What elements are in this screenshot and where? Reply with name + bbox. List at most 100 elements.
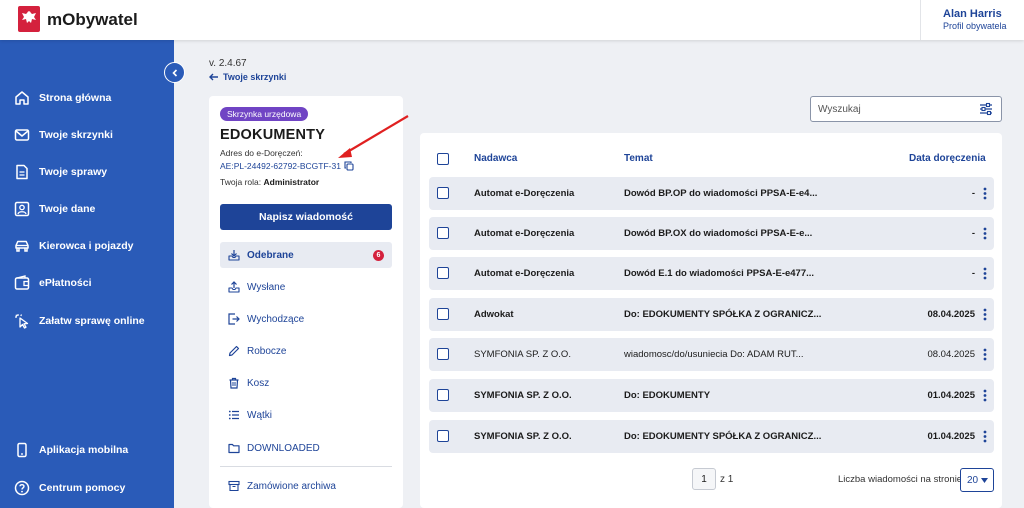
row-subject: Dowód BP.OP do wiadomości PPSA-E-e4... bbox=[624, 188, 818, 199]
folder-threads[interactable]: Wątki bbox=[220, 402, 392, 428]
row-sender: SYMFONIA SP. Z O.O. bbox=[474, 390, 572, 401]
row-checkbox[interactable] bbox=[437, 308, 449, 320]
row-checkbox[interactable] bbox=[437, 267, 449, 279]
role-value: Administrator bbox=[263, 177, 320, 187]
row-checkbox[interactable] bbox=[437, 227, 449, 239]
sidebar-item-online-services[interactable]: Załatw sprawę online bbox=[14, 311, 145, 331]
more-options-icon[interactable] bbox=[983, 348, 987, 361]
compose-message-button[interactable]: Napisz wiadomość bbox=[220, 204, 392, 230]
row-date: - bbox=[971, 268, 975, 279]
more-options-icon[interactable] bbox=[983, 389, 987, 402]
folder-drafts[interactable]: Robocze bbox=[220, 338, 392, 364]
sidebar-item-epayments[interactable]: ePłatności bbox=[14, 273, 92, 293]
address-label: Adres do e-Doręczeń: bbox=[220, 148, 303, 158]
help-icon bbox=[14, 480, 30, 496]
sidebar-item-personal-data[interactable]: Twoje dane bbox=[14, 199, 95, 219]
sidebar-item-driver-vehicles[interactable]: Kierowca i pojazdy bbox=[14, 236, 134, 256]
column-header-sender[interactable]: Nadawca bbox=[474, 153, 517, 164]
trash-icon bbox=[228, 377, 240, 389]
folder-sent[interactable]: Wysłane bbox=[220, 274, 392, 300]
sidebar-item-label: ePłatności bbox=[39, 277, 92, 289]
folder-trash[interactable]: Kosz bbox=[220, 370, 392, 396]
row-checkbox[interactable] bbox=[437, 348, 449, 360]
more-options-icon[interactable] bbox=[983, 267, 987, 280]
app-name[interactable]: mObywatel bbox=[47, 10, 138, 30]
row-sender: SYMFONIA SP. Z O.O. bbox=[474, 349, 571, 360]
sidebar-item-home[interactable]: Strona główna bbox=[14, 88, 111, 108]
current-page-input[interactable]: 1 bbox=[692, 468, 716, 490]
more-options-icon[interactable] bbox=[983, 308, 987, 321]
eagle-emblem-icon[interactable] bbox=[18, 6, 40, 32]
row-checkbox[interactable] bbox=[437, 389, 449, 401]
search-input[interactable] bbox=[811, 97, 961, 121]
folder-label: Wątki bbox=[247, 409, 272, 421]
row-sender: Automat e-Doręczenia bbox=[474, 268, 575, 279]
table-row[interactable]: Automat e-Doręczenia Dowód BP.OX do wiad… bbox=[429, 217, 994, 250]
user-profile-menu[interactable]: Alan Harris Profil obywatela bbox=[920, 0, 1024, 40]
search-box bbox=[810, 96, 1002, 122]
row-subject: wiadomosc/do/usuniecia Do: ADAM RUT... bbox=[624, 349, 804, 360]
row-date: - bbox=[971, 228, 975, 239]
table-row[interactable]: SYMFONIA SP. Z O.O. wiadomosc/do/usuniec… bbox=[429, 338, 994, 371]
caret-down-icon bbox=[981, 478, 988, 483]
row-date: 08.04.2025 bbox=[927, 309, 975, 320]
row-subject: Do: EDOKUMENTY bbox=[624, 390, 711, 401]
row-subject: Dowód BP.OX do wiadomości PPSA-E-e... bbox=[624, 228, 813, 239]
sidebar-item-label: Aplikacja mobilna bbox=[39, 444, 129, 456]
home-icon bbox=[14, 90, 30, 106]
user-profile-label: Profil obywatela bbox=[943, 21, 1007, 31]
sidebar-item-label: Twoje dane bbox=[39, 203, 96, 215]
edelivery-address: AE:PL-24492-62792-BCGTF-31 bbox=[220, 161, 341, 171]
table-row[interactable]: SYMFONIA SP. Z O.O. Do: EDOKUMENTY SPÓŁK… bbox=[429, 420, 994, 453]
column-header-delivery-date[interactable]: Data doręczenia bbox=[909, 153, 986, 164]
per-page-select[interactable]: 20 bbox=[960, 468, 994, 492]
exit-icon bbox=[228, 313, 240, 325]
select-all-checkbox[interactable] bbox=[437, 153, 449, 165]
folder-label: Kosz bbox=[247, 377, 270, 389]
table-row[interactable]: Automat e-Doręczenia Dowód BP.OP do wiad… bbox=[429, 177, 994, 210]
role-line: Twoja rola: Administrator bbox=[220, 177, 319, 187]
arrow-left-icon bbox=[209, 73, 218, 81]
folder-label: Odebrane bbox=[247, 249, 294, 261]
folder-label: Wychodzące bbox=[247, 313, 305, 325]
pencil-icon bbox=[228, 345, 240, 357]
page-count-label: z 1 bbox=[720, 474, 734, 485]
table-row[interactable]: Adwokat Do: EDOKUMENTY SPÓŁKA Z OGRANICZ… bbox=[429, 298, 994, 331]
outbox-icon bbox=[228, 281, 240, 293]
row-checkbox[interactable] bbox=[437, 430, 449, 442]
more-options-icon[interactable] bbox=[983, 227, 987, 240]
ordered-archives-link[interactable]: Zamówione archiwa bbox=[220, 473, 392, 499]
row-sender: Automat e-Doręczenia bbox=[474, 228, 575, 239]
folder-label: Robocze bbox=[247, 345, 287, 357]
annotation-arrow-icon bbox=[338, 115, 409, 158]
id-card-icon bbox=[14, 201, 30, 217]
sidebar-item-mobile-app[interactable]: Aplikacja mobilna bbox=[14, 440, 128, 460]
row-sender: SYMFONIA SP. Z O.O. bbox=[474, 431, 572, 442]
sidebar-item-label: Twoje sprawy bbox=[39, 166, 108, 178]
table-row[interactable]: Automat e-Doręczenia Dowód E.1 do wiadom… bbox=[429, 257, 994, 290]
row-sender: Automat e-Doręczenia bbox=[474, 188, 575, 199]
folder-inbox[interactable]: Odebrane 6 bbox=[220, 242, 392, 268]
wallet-icon bbox=[14, 275, 30, 291]
row-checkbox[interactable] bbox=[437, 187, 449, 199]
column-header-subject[interactable]: Temat bbox=[624, 153, 653, 164]
mailbox-title: EDOKUMENTY bbox=[220, 127, 326, 143]
back-link[interactable]: Twoje skrzynki bbox=[209, 72, 286, 82]
sidebar-item-mailboxes[interactable]: Twoje skrzynki bbox=[14, 125, 113, 145]
folder-downloaded[interactable]: DOWNLOADED bbox=[220, 435, 392, 461]
row-date: - bbox=[971, 188, 975, 199]
per-page-label: Liczba wiadomości na stronie bbox=[838, 474, 963, 485]
role-label: Twoja rola: bbox=[220, 177, 262, 187]
sidebar-item-label: Twoje skrzynki bbox=[39, 129, 113, 141]
filter-sliders-icon[interactable] bbox=[979, 102, 993, 116]
top-bar: mObywatel Alan Harris Profil obywatela bbox=[0, 0, 1024, 40]
folder-icon bbox=[228, 442, 240, 454]
more-options-icon[interactable] bbox=[983, 187, 987, 200]
sidebar-item-label: Centrum pomocy bbox=[39, 482, 126, 494]
sidebar-item-cases[interactable]: Twoje sprawy bbox=[14, 162, 107, 182]
collapse-sidebar-button[interactable] bbox=[164, 62, 185, 83]
sidebar-item-help-center[interactable]: Centrum pomocy bbox=[14, 478, 125, 498]
more-options-icon[interactable] bbox=[983, 430, 987, 443]
folder-outgoing[interactable]: Wychodzące bbox=[220, 306, 392, 332]
table-row[interactable]: SYMFONIA SP. Z O.O. Do: EDOKUMENTY 01.04… bbox=[429, 379, 994, 412]
